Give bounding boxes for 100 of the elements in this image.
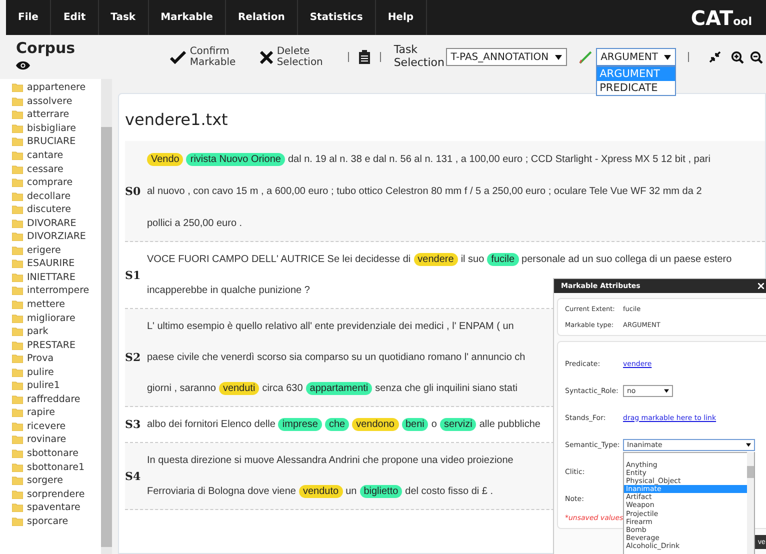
argument-highlight[interactable]: servizi — [440, 418, 476, 431]
folder-icon — [12, 340, 23, 350]
folder-icon — [12, 96, 23, 106]
sentence-text: L' ultimo esempio è quello relativo all' ente previdenziale dei medici , l' ENPAM ( un — [147, 321, 514, 332]
predicate-highlight[interactable]: vendere — [414, 253, 458, 266]
corpus-entry[interactable]: BRUCIARE — [27, 136, 76, 148]
argument-highlight[interactable]: beni — [402, 418, 428, 431]
corpus-entry[interactable]: ESAURIRE — [27, 258, 75, 270]
sentence-text: circa 630 — [262, 383, 303, 394]
dropdown-option[interactable]: PREDICATE — [596, 81, 675, 95]
caret-icon — [554, 54, 562, 60]
corpus-entry[interactable]: raffreddare — [27, 394, 80, 405]
sentence-text: personale ad un suo collega di un paese estero — [522, 254, 732, 265]
corpus-entry[interactable]: pulire — [27, 366, 54, 378]
folder-icon — [12, 327, 23, 336]
sentence-text: paese civile che venerdì scorso sia comparso su un quotidiano romano l' annuncio ch — [147, 352, 526, 363]
folder-icon — [12, 462, 23, 472]
corpus-entry[interactable]: migliorare — [27, 312, 76, 324]
predicate-highlight[interactable]: vendono — [352, 418, 398, 431]
corpus-entry[interactable]: sbottonare1 — [27, 462, 84, 473]
argument-highlight[interactable]: che — [325, 418, 350, 431]
corpus-entry[interactable]: DIVORZIARE — [27, 231, 86, 242]
folder-icon — [12, 205, 23, 214]
sentence-text: del costo fisso di £ . — [405, 486, 493, 497]
sentence-id: S2 — [125, 351, 142, 364]
argument-highlight[interactable]: imprese — [278, 418, 322, 431]
corpus-entry[interactable]: DIVORARE — [27, 218, 76, 229]
corpus-entry[interactable]: mettere — [27, 299, 65, 310]
predicate-highlight[interactable]: venduto — [298, 485, 343, 498]
folder-icon — [12, 218, 23, 228]
sentence-text: alle pubbliche — [479, 419, 540, 430]
close-icon — [260, 50, 273, 64]
folder-icon — [12, 192, 23, 201]
folder-icon — [12, 286, 23, 296]
delete-button[interactable]: Delete Selection — [254, 46, 341, 68]
sentence-text: Ferroviaria di Bologna dove viene — [147, 486, 296, 497]
corpus-entry[interactable]: sporcare — [27, 516, 68, 527]
folder-icon — [12, 137, 23, 146]
corpus-entry[interactable]: erigere — [27, 244, 61, 256]
corpus-entry[interactable]: sorgere — [27, 475, 63, 486]
task-select[interactable]: T-PAS_ANNOTATION — [446, 48, 567, 66]
folder-icon — [12, 394, 23, 404]
folder-icon — [12, 151, 23, 160]
predicate-highlight[interactable]: Vendo — [147, 152, 184, 166]
corpus-entry[interactable]: sbottonare — [27, 448, 78, 460]
corpus-entry[interactable]: assolvere — [27, 96, 72, 107]
corpus-entry[interactable]: cantare — [27, 150, 64, 161]
corpus-entry[interactable]: rapire — [27, 407, 55, 418]
sentence-text: In questa direzione si muove Alessandra Andrini che propone una video proiezione — [147, 455, 514, 466]
corpus-entry[interactable]: comprare — [27, 177, 73, 188]
markable-select[interactable]: ARGUMENT — [596, 48, 676, 66]
corpus-entry[interactable]: Prova — [27, 353, 54, 364]
caret-icon — [664, 388, 669, 392]
folder-icon — [12, 83, 23, 92]
corpus-entry[interactable]: INIETTARE — [27, 272, 76, 283]
argument-highlight[interactable]: appartamenti — [306, 382, 372, 395]
predicate-highlight[interactable]: venduti — [218, 382, 260, 395]
sentence-text: albo dei fornitori Elenco delle — [147, 419, 276, 430]
corpus-entry[interactable]: sorprendere — [27, 488, 85, 500]
corpus-entry[interactable]: appartenere — [27, 82, 86, 94]
folder-icon — [12, 232, 23, 242]
eye-icon[interactable] — [16, 61, 30, 70]
corpus-entry[interactable]: decollare — [27, 190, 71, 202]
corpus-entry[interactable]: atterrare — [27, 109, 70, 120]
sentence-text: dal n. 19 al n. 38 e dal n. 56 al n. 131 , a 100,00 euro ; CCD Starlight - Xpress MX 5 12 bit , pari — [288, 154, 710, 164]
document-title: vendere1.txt — [125, 110, 229, 129]
folder-icon — [12, 368, 23, 377]
argument-highlight[interactable]: biglietto — [360, 485, 402, 498]
corpus-entry[interactable]: spaventare — [27, 502, 80, 514]
sentence-text: giorni , saranno — [147, 383, 216, 394]
close-icon — [758, 283, 764, 289]
corpus-entry[interactable]: bisbigliare — [27, 122, 76, 134]
sentence-id: S3 — [125, 418, 142, 431]
folder-icon — [12, 354, 23, 364]
folder-icon — [12, 422, 23, 431]
folder-icon — [12, 259, 23, 268]
corpus-entry[interactable]: park — [27, 326, 48, 338]
scrollbar[interactable] — [747, 452, 754, 554]
corpus-entry[interactable]: cessare — [27, 164, 64, 175]
pencil-icon[interactable] — [578, 50, 592, 64]
task-label: Task Selection — [394, 44, 446, 70]
folder-icon — [12, 435, 23, 444]
corpus-entry[interactable]: rovinare — [27, 434, 66, 446]
folder-icon — [12, 110, 23, 120]
corpus-entry[interactable]: pulire1 — [27, 380, 60, 392]
scrollbar[interactable] — [101, 79, 112, 554]
corpus-entry[interactable]: ricevere — [27, 420, 66, 432]
caret-icon — [746, 442, 751, 446]
sentence-text: pollici a 250,00 euro . — [147, 218, 242, 228]
corpus-entry[interactable]: discutere — [27, 204, 71, 216]
corpus-entry[interactable]: interrompere — [27, 285, 90, 296]
folder-icon — [12, 164, 23, 174]
argument-highlight[interactable]: rivista Nuovo Orione — [186, 152, 285, 166]
confirm-button[interactable]: Confirm Markable — [164, 46, 254, 68]
folder-icon — [12, 314, 23, 323]
folder-icon — [12, 503, 23, 512]
folder-icon — [12, 516, 23, 526]
folder-icon — [12, 408, 23, 418]
corpus-entry[interactable]: PRESTARE — [27, 340, 76, 351]
argument-highlight[interactable]: fucile — [487, 253, 519, 266]
